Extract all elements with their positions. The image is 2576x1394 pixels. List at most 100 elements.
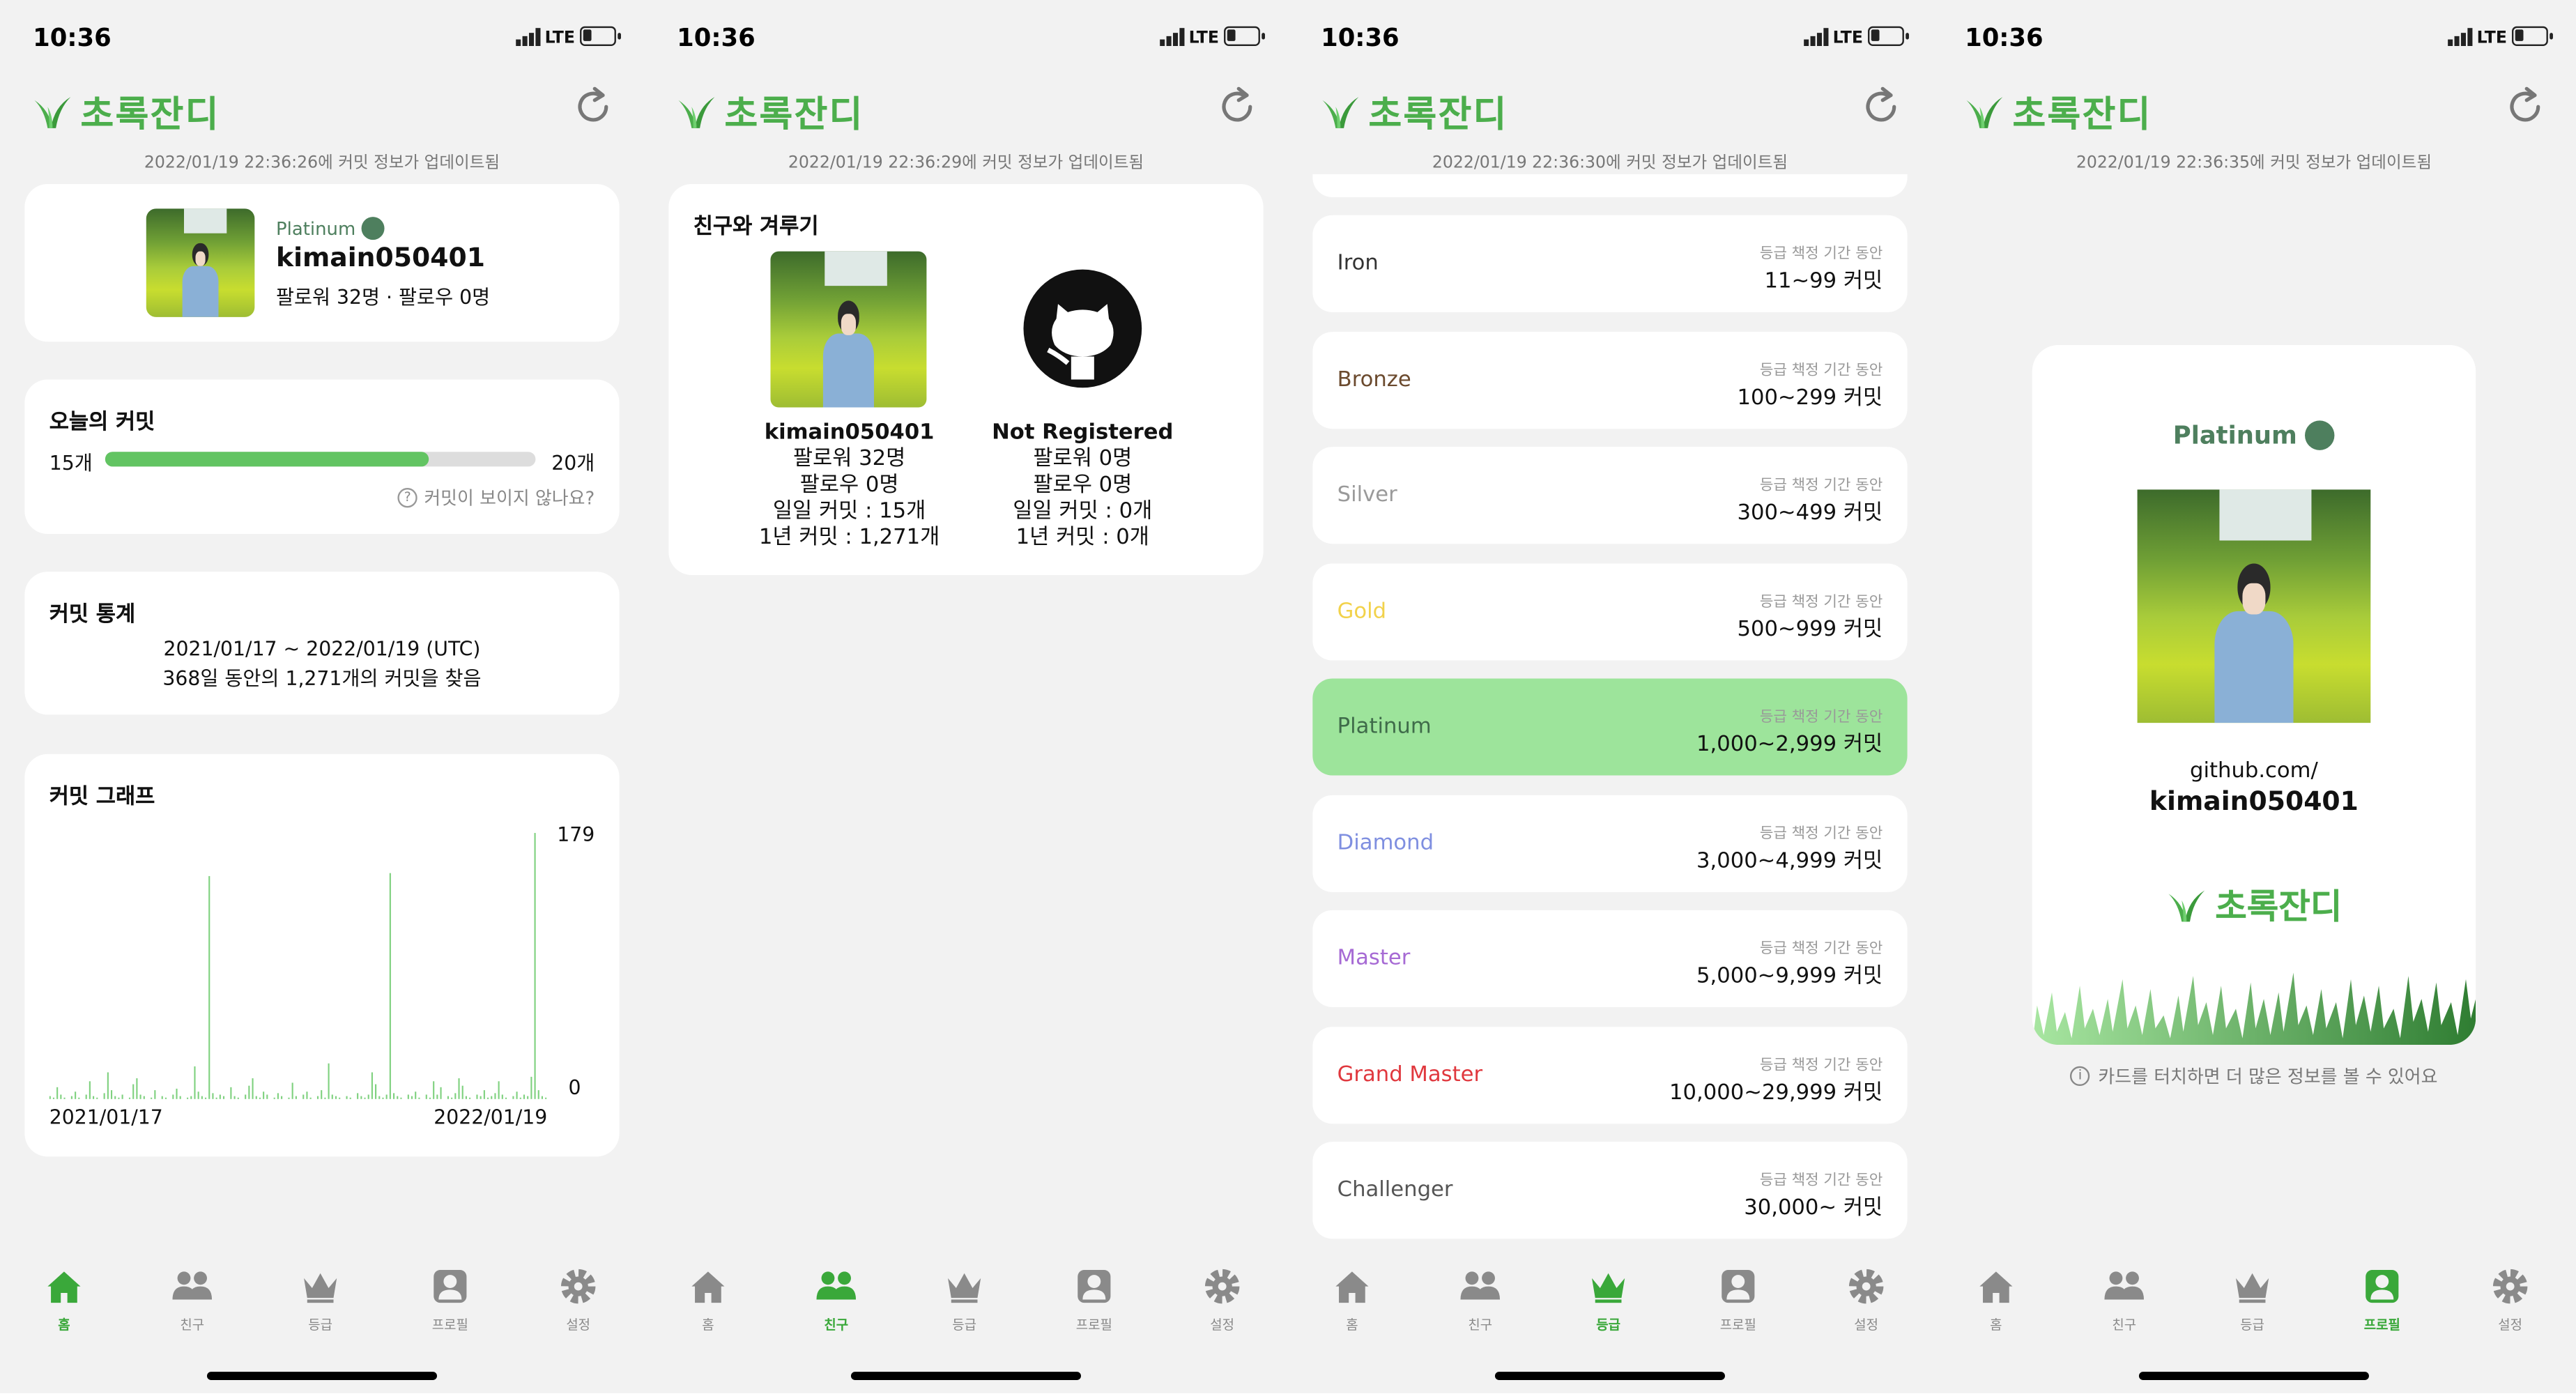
commit-bar (233, 1096, 236, 1099)
commit-bar (132, 1084, 135, 1099)
tab-settings[interactable]: 설정 (1173, 1265, 1271, 1334)
refresh-icon[interactable] (1216, 86, 1258, 128)
tier-row[interactable]: Challenger 등급 책정 기간 동안 30,000~ 커밋 (1312, 1142, 1908, 1239)
commit-bar (461, 1085, 463, 1099)
status-time: 10:36 (1965, 22, 2044, 53)
commit-bar (143, 1096, 145, 1099)
tier-name: Silver (1337, 482, 1397, 508)
commit-bar (266, 1094, 268, 1099)
tier-row[interactable]: Diamond 등급 책정 기간 동안 3,000~4,999 커밋 (1312, 794, 1908, 891)
tab-home[interactable]: 홈 (15, 1265, 113, 1334)
tier-row[interactable]: Master 등급 책정 기간 동안 5,000~9,999 커밋 (1312, 910, 1908, 1007)
tab-settings[interactable]: 설정 (2461, 1265, 2559, 1334)
tab-settings[interactable]: 설정 (529, 1265, 627, 1334)
tier-name: Master (1337, 946, 1411, 972)
home-icon (1979, 1271, 2013, 1303)
commit-bar (204, 1097, 207, 1099)
commit-bar (197, 1092, 199, 1099)
card-link-prefix: github.com/ (2190, 758, 2318, 784)
tab-profile[interactable]: 프로필 (2333, 1265, 2431, 1334)
commit-bar (245, 1094, 247, 1099)
signal-icon (1160, 28, 1185, 46)
tab-home[interactable]: 홈 (1947, 1265, 2045, 1334)
tier-row[interactable]: Platinum 등급 책정 기간 동안 1,000~2,999 커밋 (1312, 678, 1908, 776)
commit-bar (407, 1094, 409, 1099)
commit-bar (512, 1096, 514, 1099)
tab-settings[interactable]: 설정 (1817, 1265, 1915, 1334)
tab-tier[interactable]: 등급 (1559, 1265, 1657, 1334)
commit-bar (469, 1097, 471, 1099)
commit-stats-title: 커밋 통계 (49, 603, 136, 628)
tab-home[interactable]: 홈 (1303, 1265, 1401, 1334)
tier-range: 500~999 커밋 (1737, 617, 1883, 642)
tab-profile[interactable]: 프로필 (1689, 1265, 1787, 1334)
tab-friends[interactable]: 친구 (2075, 1265, 2173, 1334)
commit-bar (70, 1096, 72, 1099)
tab-tier[interactable]: 등급 (271, 1265, 369, 1334)
tier-row[interactable]: Grand Master 등급 책정 기간 동안 10,000~29,999 커밋 (1312, 1026, 1908, 1124)
commit-bar (107, 1072, 109, 1099)
card-tier-label: Platinum (2172, 420, 2297, 450)
tier-list-edge (1312, 174, 1908, 197)
help-icon: ? (397, 488, 417, 508)
tab-tier[interactable]: 등급 (915, 1265, 1013, 1334)
friends-icon (1460, 1271, 1501, 1300)
tier-range: 100~299 커밋 (1737, 385, 1883, 411)
platinum-badge-icon (362, 217, 385, 240)
commit-bar (349, 1097, 351, 1099)
status-bar: 10:36 LTE (1932, 0, 2576, 72)
friend-name: Not Registered (992, 420, 1174, 445)
tier-name: Gold (1337, 599, 1387, 624)
tier-row[interactable]: Iron 등급 책정 기간 동안 11~99 커밋 (1312, 215, 1908, 312)
tab-friends[interactable]: 친구 (143, 1265, 241, 1334)
refresh-icon[interactable] (572, 86, 614, 128)
refresh-icon[interactable] (2504, 86, 2546, 128)
tab-bar: 홈 친구 등급 프로필 설정 (1288, 1265, 1932, 1347)
missing-commit-help[interactable]: ? 커밋이 보이지 않나요? (397, 484, 595, 511)
friend-stats[interactable]: Not Registered 팔로워 0명 팔로우 0명 일일 커밋 : 0개 … (935, 420, 1230, 552)
refresh-icon[interactable] (1860, 86, 1902, 128)
tab-profile[interactable]: 프로필 (401, 1265, 499, 1334)
tier-row[interactable]: Gold 등급 책정 기간 동안 500~999 커밋 (1312, 562, 1908, 660)
tab-profile[interactable]: 프로필 (1045, 1265, 1143, 1334)
commit-bar (215, 1097, 217, 1099)
tier-row[interactable]: Silver 등급 책정 기간 동안 300~499 커밋 (1312, 447, 1908, 544)
commit-bar (451, 1097, 453, 1099)
commit-bar (393, 1093, 395, 1099)
app-header: 초록잔디 (0, 82, 644, 138)
commit-bar (382, 1097, 384, 1099)
commit-bar (400, 1097, 402, 1099)
app-header: 초록잔디 (1932, 82, 2576, 138)
crown-icon (1592, 1273, 1625, 1303)
commit-bar (331, 1094, 333, 1099)
commit-bar (172, 1094, 174, 1099)
today-commit-card: 오늘의 커밋 15개 20개 ? 커밋이 보이지 않나요? (24, 379, 620, 535)
commit-bar (516, 1092, 518, 1099)
status-time: 10:36 (1321, 22, 1400, 53)
commit-bar (110, 1090, 113, 1099)
commit-bar (161, 1096, 163, 1099)
tab-tier[interactable]: 등급 (2203, 1265, 2301, 1334)
commit-bar (128, 1097, 131, 1099)
profile-card[interactable]: Platinum kimain050401 팔로워 32명 · 팔로우 0명 (24, 183, 620, 342)
tab-home[interactable]: 홈 (659, 1265, 757, 1334)
tier-period-label: 등급 책정 기간 동안 (1759, 362, 1883, 379)
updated-timestamp: 2022/01/19 22:36:30에 커밋 정보가 업데이트됨 (1432, 154, 1788, 173)
commit-bar (75, 1092, 77, 1099)
tab-friends[interactable]: 친구 (1431, 1265, 1529, 1334)
tier-range: 300~499 커밋 (1737, 500, 1883, 526)
commit-bar (483, 1090, 485, 1099)
tier-row[interactable]: Bronze 등급 책정 기간 동안 100~299 커밋 (1312, 330, 1908, 429)
commit-bar (103, 1093, 105, 1099)
profile-share-card[interactable]: Platinum github.com/ kimain050401 초록잔디 (2032, 344, 2476, 1046)
tab-friends[interactable]: 친구 (787, 1265, 885, 1334)
commit-bar (357, 1093, 359, 1099)
card-hint: i 카드를 터치하면 더 많은 정보를 볼 수 있어요 (1932, 1063, 2576, 1089)
commit-bar (486, 1097, 489, 1099)
commit-bar (252, 1078, 254, 1099)
commit-bar (429, 1097, 431, 1099)
tier-row: Platinum (276, 217, 385, 240)
commit-bar (378, 1096, 381, 1099)
help-text: 커밋이 보이지 않나요? (424, 488, 595, 510)
commit-bar (306, 1092, 308, 1099)
